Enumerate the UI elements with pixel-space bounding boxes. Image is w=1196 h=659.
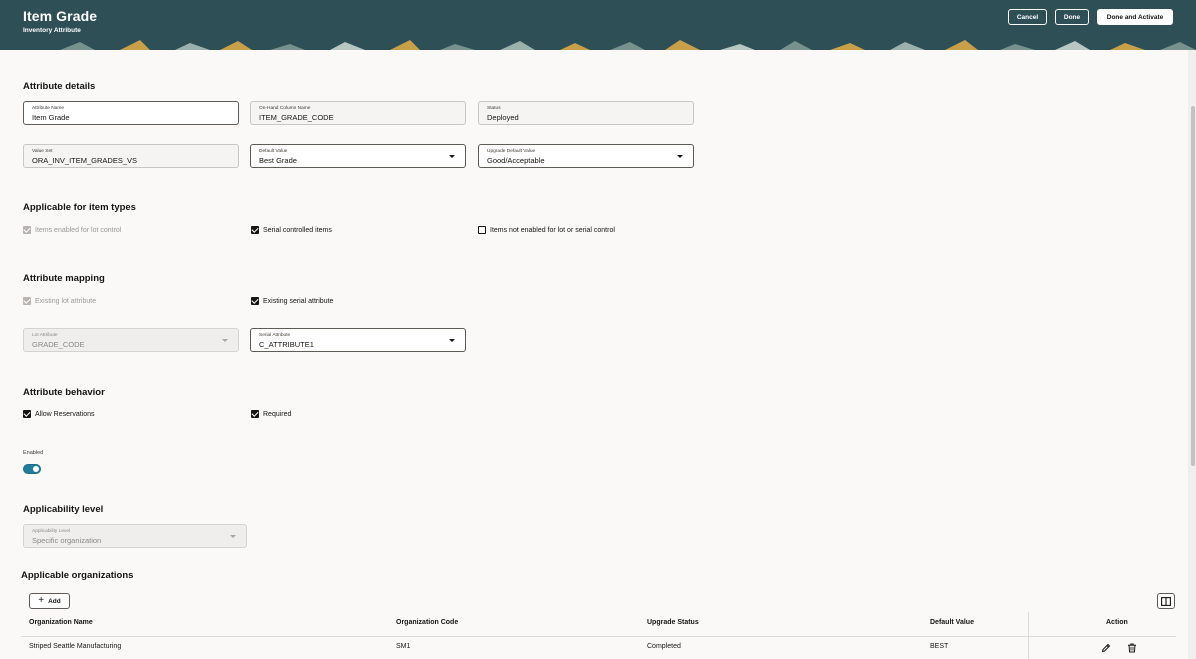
default-value-cell: BEST (930, 643, 949, 650)
serial-controlled-checkbox[interactable]: Serial controlled items (251, 226, 332, 234)
chevron-down-icon[interactable] (449, 155, 455, 158)
serial-attribute-select[interactable]: Serial Attribute C_ATTRIBUTE1 (250, 328, 466, 352)
lot-attribute-label: Lot Attribute (32, 333, 58, 338)
column-header-default-value[interactable]: Default Value (930, 619, 974, 626)
lot-attribute-value: GRADE_CODE (32, 340, 85, 349)
page-scrollbar[interactable] (1188, 50, 1196, 659)
upgrade-default-label: Upgrade Default Value (487, 149, 536, 154)
existing-serial-checkbox[interactable]: Existing serial attribute (251, 297, 333, 305)
page-subtitle: Inventory Attribute (23, 27, 81, 34)
default-value-select[interactable]: Default Value Best Grade (250, 144, 466, 168)
switch-knob (33, 466, 39, 472)
upgrade-default-value: Good/Acceptable (487, 156, 545, 165)
value-set-label: Value Set (32, 149, 53, 154)
done-button[interactable]: Done (1055, 9, 1089, 25)
existing-lot-checkbox: Existing lot attribute (23, 297, 96, 305)
lot-control-label: Items enabled for lot control (35, 226, 122, 234)
scroll-thumb[interactable] (1191, 106, 1195, 466)
organization-code-cell: SM1 (396, 643, 411, 650)
lot-control-checkbox: Items enabled for lot control (23, 226, 121, 234)
page-header: Item Grade Inventory Attribute Cancel Do… (0, 0, 1196, 50)
applicable-organizations-title: Applicable organizations (21, 570, 134, 581)
lot-attribute-select: Lot Attribute GRADE_CODE (23, 328, 239, 352)
header-pattern (60, 40, 1196, 50)
attribute-mapping-title: Attribute mapping (23, 273, 105, 284)
attribute-name-field[interactable]: Attribute Name Item Grade (23, 101, 239, 125)
applicability-level-value: Specific organization (32, 536, 102, 545)
plus-icon: + (38, 595, 45, 606)
add-label: Add (48, 597, 61, 605)
column-header-organization-name[interactable]: Organization Name (29, 619, 93, 626)
attribute-behavior-title: Attribute behavior (23, 387, 105, 398)
chevron-down-icon[interactable] (449, 339, 455, 342)
chevron-down-icon[interactable] (677, 155, 683, 158)
chevron-down-icon (230, 535, 236, 538)
checkbox-icon[interactable] (251, 226, 259, 234)
add-organization-button[interactable]: + Add (29, 593, 70, 609)
attribute-name-value: Item Grade (32, 113, 70, 122)
onhand-column-value: ITEM_GRADE_CODE (259, 113, 334, 122)
delete-icon[interactable] (1127, 643, 1137, 653)
chevron-down-icon (222, 339, 228, 342)
columns-icon (1161, 596, 1171, 606)
serial-attribute-value: C_ATTRIBUTE1 (259, 340, 314, 349)
onhand-column-field: On-Hand Column Name ITEM_GRADE_CODE (250, 101, 466, 125)
item-types-title: Applicable for item types (23, 202, 136, 213)
header-divider (21, 636, 1176, 637)
upgrade-status-cell: Completed (647, 643, 681, 650)
default-value-value: Best Grade (259, 156, 297, 165)
attribute-details-title: Attribute details (23, 81, 96, 92)
manage-columns-button[interactable] (1157, 593, 1175, 609)
done-and-activate-button[interactable]: Done and Activate (1097, 9, 1173, 25)
column-header-upgrade-status[interactable]: Upgrade Status (647, 619, 699, 626)
checkbox-icon (23, 226, 31, 234)
applicability-level-title: Applicability level (23, 504, 104, 515)
serial-attribute-label: Serial Attribute (259, 333, 291, 338)
edit-icon[interactable] (1101, 643, 1111, 653)
applicability-level-label: Applicability Level (32, 529, 71, 534)
status-label: Status (487, 106, 501, 111)
enabled-label: Enabled (23, 450, 44, 456)
value-set-field: Value Set ORA_INV_ITEM_GRADES_VS (23, 144, 239, 168)
checkbox-icon[interactable] (23, 410, 31, 418)
allow-reservations-checkbox[interactable]: Allow Reservations (23, 410, 95, 418)
upgrade-default-value-select[interactable]: Upgrade Default Value Good/Acceptable (478, 144, 694, 168)
existing-serial-label: Existing serial attribute (263, 297, 334, 305)
page-title: Item Grade (23, 8, 98, 24)
allow-reservations-label: Allow Reservations (35, 410, 95, 418)
column-header-organization-code[interactable]: Organization Code (396, 619, 458, 626)
checkbox-icon[interactable] (251, 410, 259, 418)
enabled-switch[interactable] (23, 464, 41, 474)
onhand-column-label: On-Hand Column Name (259, 106, 311, 111)
not-enabled-label: Items not enabled for lot or serial cont… (490, 226, 615, 234)
required-label: Required (263, 410, 292, 418)
cancel-button[interactable]: Cancel (1008, 9, 1047, 25)
applicability-level-select: Applicability Level Specific organizatio… (23, 524, 247, 548)
required-checkbox[interactable]: Required (251, 410, 291, 418)
checkbox-icon[interactable] (478, 226, 486, 234)
existing-lot-label: Existing lot attribute (35, 297, 97, 305)
column-header-action: Action (1106, 619, 1128, 626)
not-enabled-checkbox[interactable]: Items not enabled for lot or serial cont… (478, 226, 615, 234)
serial-controlled-label: Serial controlled items (263, 226, 332, 234)
default-value-label: Default Value (259, 149, 288, 154)
checkbox-icon[interactable] (251, 297, 259, 305)
attribute-name-label: Attribute Name (32, 106, 64, 111)
status-field: Status Deployed (478, 101, 694, 125)
value-set-value: ORA_INV_ITEM_GRADES_VS (32, 156, 138, 165)
status-value: Deployed (487, 113, 519, 122)
organization-name-cell: Striped Seattle Manufacturing (29, 643, 122, 650)
checkbox-icon (23, 297, 31, 305)
